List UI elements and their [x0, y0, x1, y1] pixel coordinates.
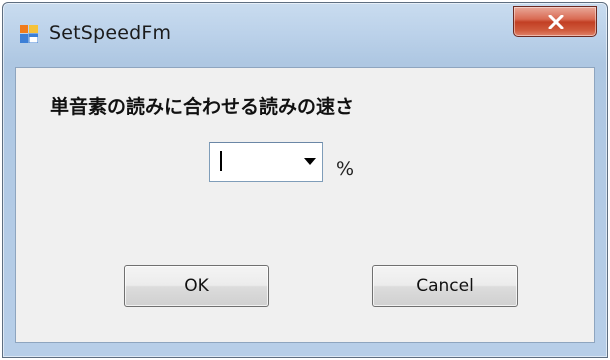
cancel-button[interactable]: Cancel	[372, 265, 518, 307]
dropdown-arrow-icon[interactable]	[304, 158, 316, 165]
text-caret	[220, 151, 222, 171]
speed-combobox[interactable]	[209, 142, 323, 182]
window-title: SetSpeedFm	[49, 22, 172, 44]
speed-label: 単音素の読みに合わせる読みの速さ	[50, 96, 355, 118]
close-icon	[548, 15, 564, 29]
setspeed-dialog: SetSpeedFm 単音素の読みに合わせる読みの速さ % OK Cancel	[2, 2, 608, 358]
ok-button[interactable]: OK	[124, 265, 269, 307]
dialog-client-area: 単音素の読みに合わせる読みの速さ % OK Cancel	[15, 67, 595, 343]
windows-form-icon	[20, 25, 38, 43]
title-bar[interactable]: SetSpeedFm	[3, 3, 607, 61]
percent-unit-label: %	[336, 158, 355, 180]
close-button[interactable]	[513, 6, 597, 37]
